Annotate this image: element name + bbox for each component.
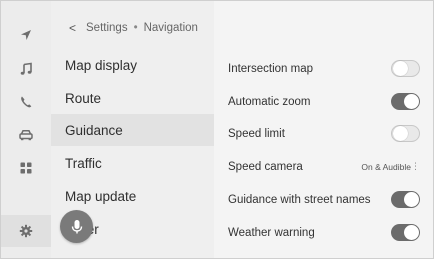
toggle-knob xyxy=(393,126,408,141)
weather-warning-toggle[interactable] xyxy=(391,224,420,241)
microphone-icon xyxy=(71,219,82,233)
setting-row-speed-limit[interactable]: Speed limit xyxy=(214,117,433,150)
menu-item-map-update[interactable]: Map update xyxy=(51,180,214,212)
setting-row-weather-warning[interactable]: Weather warning xyxy=(214,216,433,249)
menu-item-label: Map update xyxy=(65,188,137,204)
breadcrumb: < Settings • Navigation xyxy=(69,21,198,35)
menu-item-route[interactable]: Route xyxy=(51,82,214,114)
setting-row-intersection-map[interactable]: Intersection map xyxy=(214,52,433,85)
navigation-arrow-icon[interactable] xyxy=(1,19,51,51)
menu-item-label: Guidance xyxy=(65,122,123,138)
setting-label: Guidance with street names xyxy=(228,193,371,206)
settings-gear-icon[interactable] xyxy=(1,215,51,247)
phone-icon[interactable] xyxy=(1,86,51,118)
toggle-knob xyxy=(404,94,419,109)
setting-label: Weather warning xyxy=(228,226,315,239)
menu-item-label: Map display xyxy=(65,57,138,73)
menu-item-label: Route xyxy=(65,90,102,106)
breadcrumb-root[interactable]: Settings xyxy=(86,22,128,34)
screen: < Settings • Navigation Map display Rout… xyxy=(0,0,434,259)
guidance-settings-panel: Intersection map Automatic zoom Speed li… xyxy=(214,1,433,258)
icon-rail xyxy=(1,1,51,258)
automatic-zoom-toggle[interactable] xyxy=(391,93,420,110)
guidance-street-names-toggle[interactable] xyxy=(391,191,420,208)
setting-row-automatic-zoom[interactable]: Automatic zoom xyxy=(214,85,433,118)
music-note-icon[interactable] xyxy=(1,53,51,85)
intersection-map-toggle[interactable] xyxy=(391,60,420,77)
toggle-knob xyxy=(393,61,408,76)
setting-label: Automatic zoom xyxy=(228,95,311,108)
more-options-icon[interactable]: ⋮ xyxy=(411,161,420,172)
toggle-knob xyxy=(404,225,419,240)
menu-item-guidance[interactable]: Guidance xyxy=(51,114,214,146)
setting-row-guidance-street-names[interactable]: Guidance with street names xyxy=(214,183,433,216)
apps-grid-icon[interactable] xyxy=(1,152,51,184)
speed-limit-toggle[interactable] xyxy=(391,125,420,142)
speed-camera-value: On & Audible xyxy=(361,161,411,172)
car-icon[interactable] xyxy=(1,119,51,151)
menu-item-traffic[interactable]: Traffic xyxy=(51,147,214,179)
setting-label: Speed limit xyxy=(228,127,285,140)
voice-button[interactable] xyxy=(60,210,93,243)
breadcrumb-separator: • xyxy=(133,22,138,34)
toggle-knob xyxy=(404,192,419,207)
setting-label: Intersection map xyxy=(228,62,314,75)
menu-item-label: Traffic xyxy=(65,155,102,171)
setting-row-speed-camera[interactable]: Speed camera On & Audible ⋮ xyxy=(214,150,433,183)
setting-label: Speed camera xyxy=(228,160,303,173)
back-chevron-icon[interactable]: < xyxy=(69,21,76,35)
menu-item-map-display[interactable]: Map display xyxy=(51,49,214,81)
breadcrumb-current: Navigation xyxy=(143,22,198,34)
